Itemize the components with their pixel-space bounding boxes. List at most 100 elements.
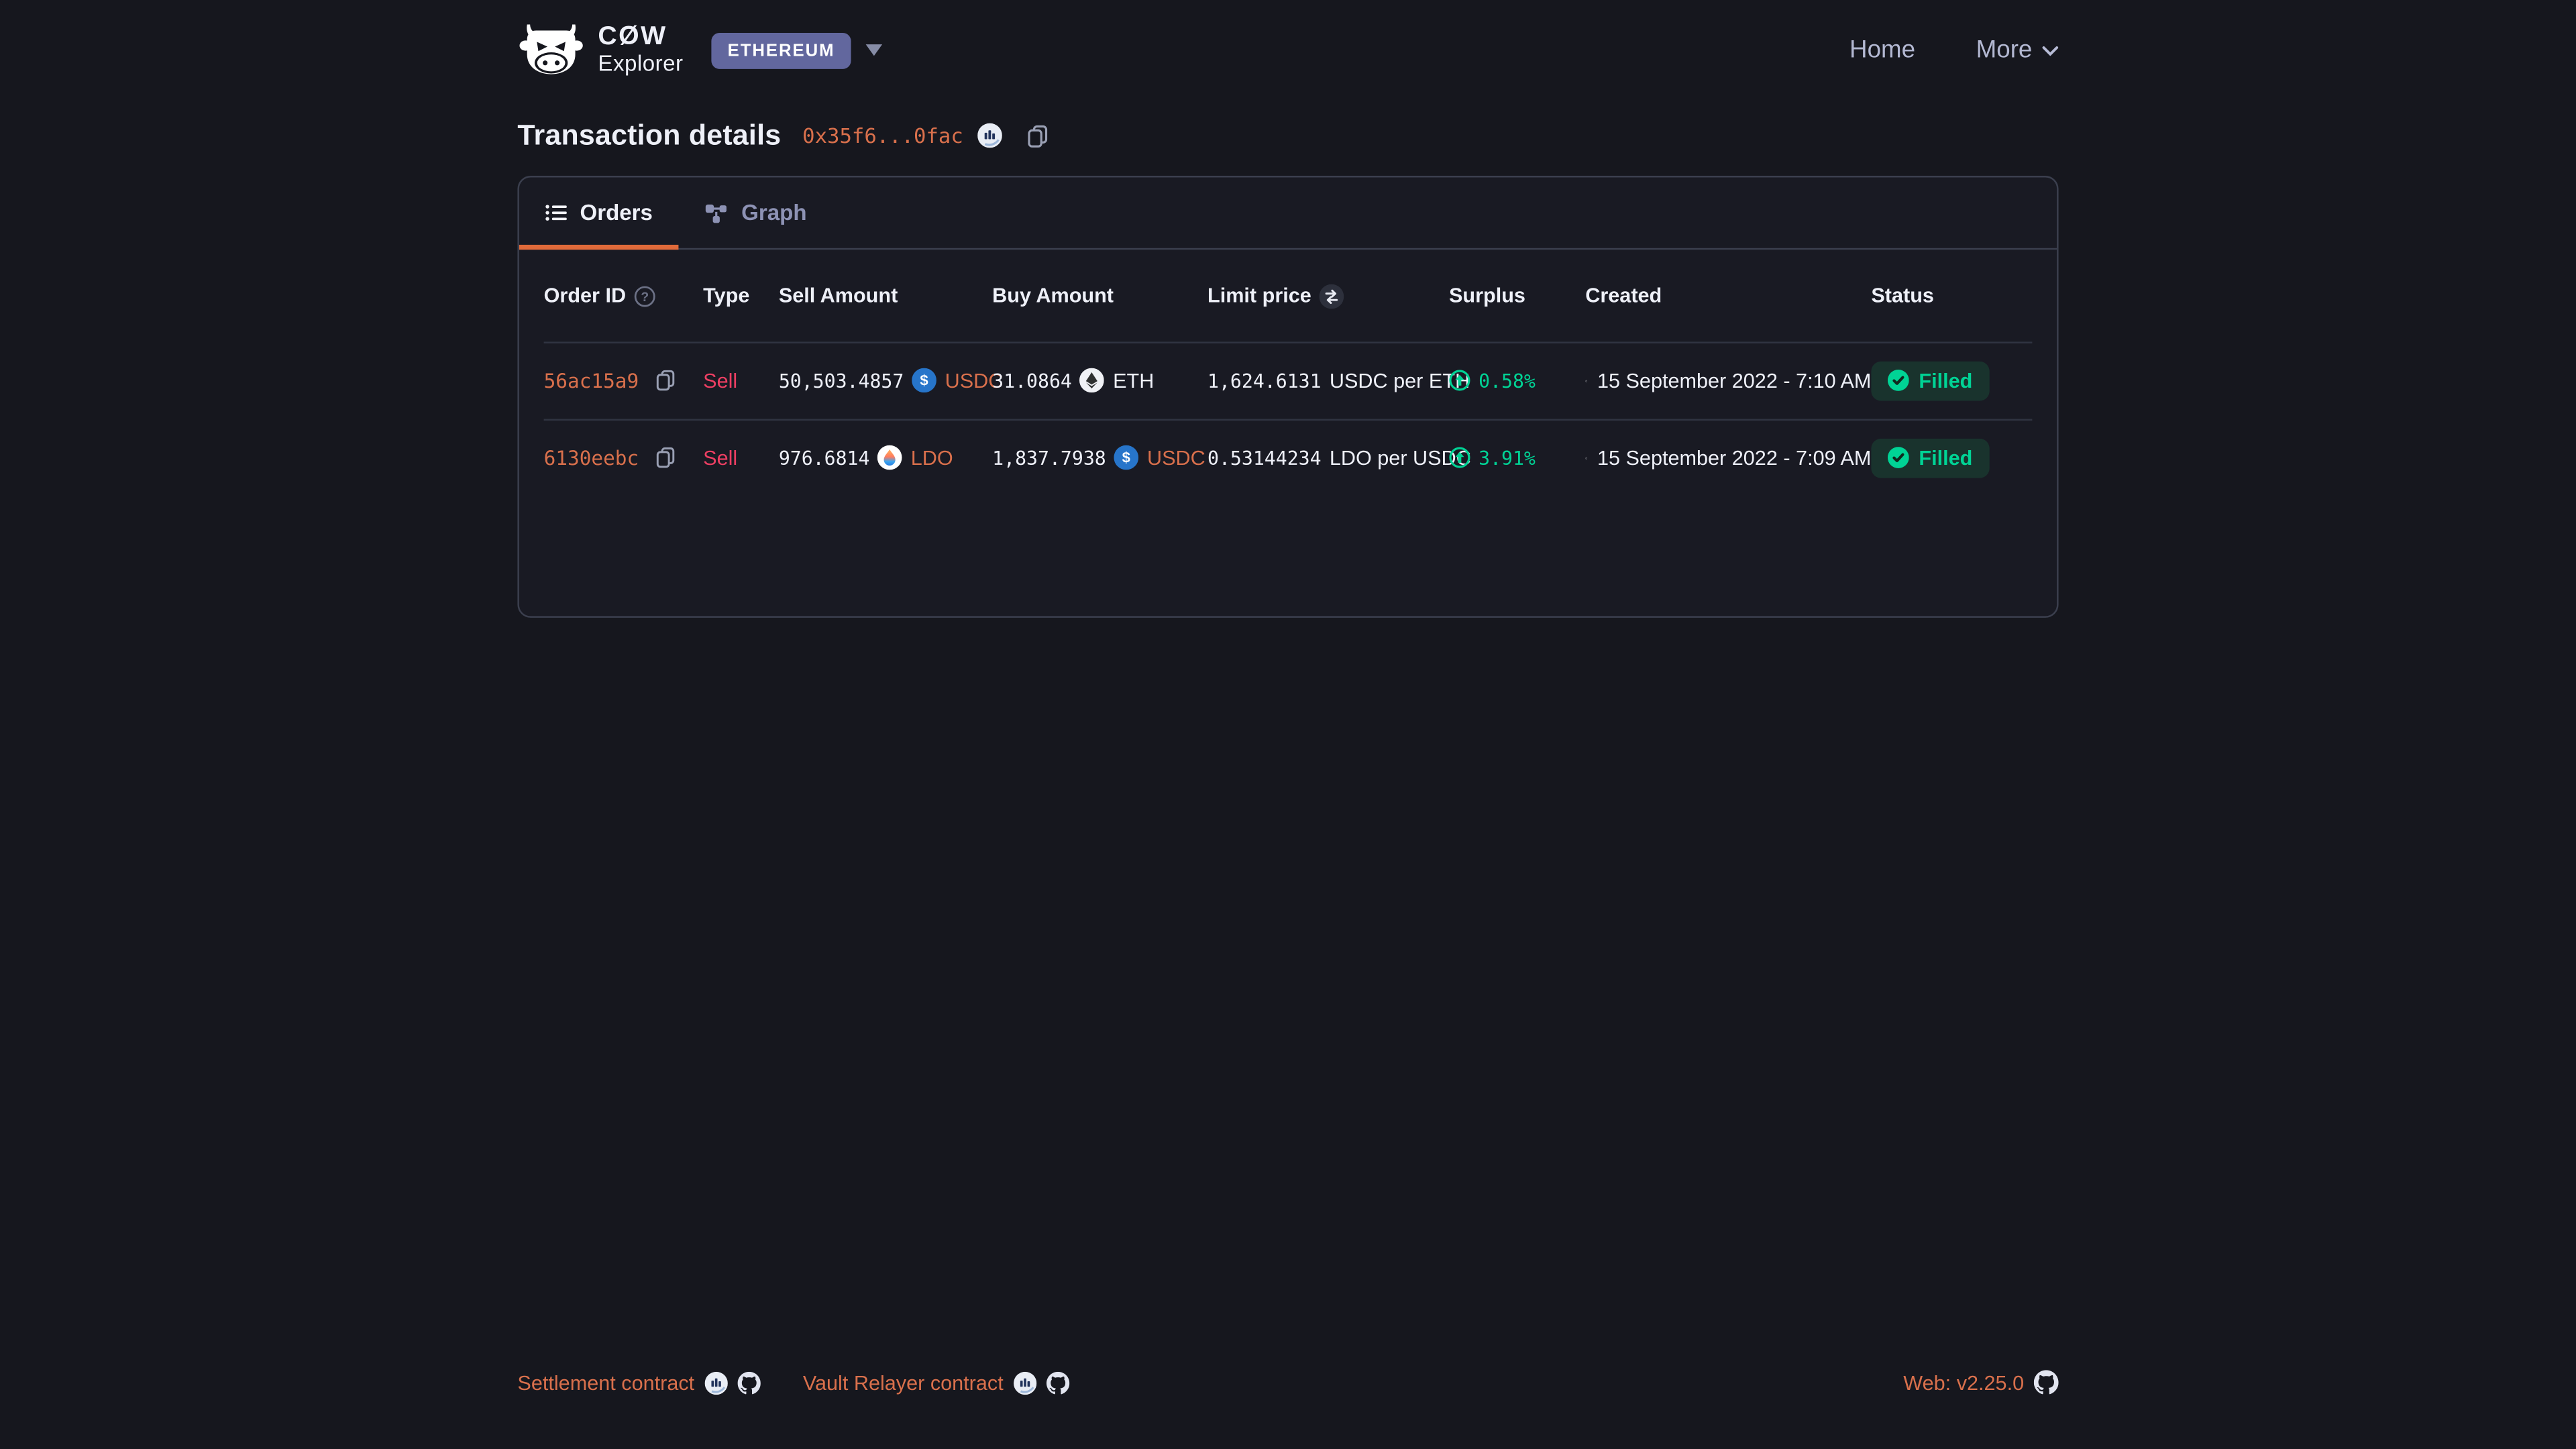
clock-icon xyxy=(1585,369,1587,392)
nav-more-link[interactable]: More xyxy=(1976,36,2059,64)
order-type: Sell xyxy=(703,369,779,392)
settlement-contract-link[interactable]: Settlement contract xyxy=(517,1371,694,1394)
cow-logo-icon xyxy=(517,23,584,77)
status-cell: Filled xyxy=(1871,438,2032,478)
github-icon[interactable] xyxy=(2034,1370,2059,1395)
table-row: 56ac15a9 Sell 50,503.4857 $ USDC xyxy=(519,341,2057,419)
surplus-value: 3.91% xyxy=(1479,446,1536,469)
usdc-icon: $ xyxy=(1114,445,1139,470)
sell-token-link[interactable]: LDO xyxy=(911,446,953,469)
sell-amount-cell: 976.6814 xyxy=(779,445,992,470)
sell-amount-cell: 50,503.4857 $ USDC xyxy=(779,368,992,393)
limit-price-cell: 1,624.6131 USDC per ETH xyxy=(1208,369,1449,392)
created-cell: 15 September 2022 - 7:10 AM xyxy=(1585,369,1871,392)
copy-order-id-icon[interactable] xyxy=(655,370,675,391)
help-icon[interactable]: ? xyxy=(634,285,655,307)
buy-amount-value: 31.0864 xyxy=(992,369,1072,392)
main-nav: Home More xyxy=(1849,36,2059,64)
created-value: 15 September 2022 - 7:10 AM xyxy=(1597,369,1871,392)
nav-more-label: More xyxy=(1976,36,2033,64)
copy-order-id-icon[interactable] xyxy=(655,447,675,468)
vault-relayer-contract-group: Vault Relayer contract xyxy=(803,1371,1069,1394)
nav-home-link[interactable]: Home xyxy=(1849,36,1915,64)
tab-orders[interactable]: Orders xyxy=(519,177,679,248)
brand[interactable]: CØW Explorer ETHEREUM xyxy=(517,23,882,77)
web-version-link[interactable]: Web: v2.25.0 xyxy=(1903,1371,2024,1394)
col-sell-amount: Sell Amount xyxy=(779,284,992,307)
clock-icon xyxy=(1585,446,1587,469)
status-badge: Filled xyxy=(1871,438,1988,478)
footer-contracts: Settlement contract xyxy=(517,1371,1069,1394)
footer-version-group: Web: v2.25.0 xyxy=(1903,1370,2058,1395)
order-id-cell: 56ac15a9 xyxy=(544,369,704,392)
github-icon[interactable] xyxy=(1046,1371,1069,1394)
tx-hash-wrap: 0x35f6...0fac xyxy=(802,123,1049,148)
etherscan-icon[interactable] xyxy=(704,1371,727,1394)
svg-text:?: ? xyxy=(641,290,649,304)
buy-token-label: ETH xyxy=(1113,369,1154,392)
tab-graph[interactable]: Graph xyxy=(679,177,833,248)
limit-price-cell: 0.53144234 LDO per USDC xyxy=(1208,446,1449,469)
usdc-icon: $ xyxy=(912,368,937,393)
col-surplus: Surplus xyxy=(1449,284,1585,307)
copy-tx-hash-icon[interactable] xyxy=(1027,124,1049,147)
tab-graph-label: Graph xyxy=(741,201,806,225)
arrow-up-circle-icon xyxy=(1449,447,1470,468)
eth-icon xyxy=(1080,368,1105,393)
col-buy-amount: Buy Amount xyxy=(992,284,1208,307)
arrow-up-circle-icon xyxy=(1449,370,1470,391)
limit-price-value: 1,624.6131 xyxy=(1208,369,1322,392)
etherscan-icon[interactable] xyxy=(978,123,1003,148)
graph-icon xyxy=(705,203,728,222)
brand-title: CØW xyxy=(598,25,683,52)
limit-price-value: 0.53144234 xyxy=(1208,446,1322,469)
col-limit-price: Limit price xyxy=(1208,283,1449,308)
col-order-id-label: Order ID xyxy=(544,284,626,307)
status-badge: Filled xyxy=(1871,361,1988,400)
created-value: 15 September 2022 - 7:09 AM xyxy=(1597,446,1871,469)
order-id-cell: 6130eebc xyxy=(544,446,704,469)
sell-amount-value: 50,503.4857 xyxy=(779,369,904,392)
list-icon xyxy=(545,204,567,222)
vault-relayer-contract-link[interactable]: Vault Relayer contract xyxy=(803,1371,1004,1394)
sell-amount-value: 976.6814 xyxy=(779,446,870,469)
settlement-contract-group: Settlement contract xyxy=(517,1371,760,1394)
svg-text:$: $ xyxy=(920,372,928,389)
orders-card: Orders Graph Order ID ? Ty xyxy=(517,176,2058,618)
order-id-link[interactable]: 56ac15a9 xyxy=(544,369,639,392)
ldo-icon xyxy=(878,445,903,470)
col-limit-price-label: Limit price xyxy=(1208,284,1311,307)
surplus-cell: 3.91% xyxy=(1449,446,1585,469)
check-circle-icon xyxy=(1888,447,1909,468)
tx-hash-link[interactable]: 0x35f6...0fac xyxy=(802,123,963,148)
col-order-id: Order ID ? xyxy=(544,284,704,307)
buy-token-link[interactable]: USDC xyxy=(1147,446,1205,469)
status-label: Filled xyxy=(1919,446,1972,469)
table-row: 6130eebc Sell 976.6814 xyxy=(519,419,2057,496)
swap-price-icon[interactable] xyxy=(1320,283,1344,308)
col-created: Created xyxy=(1585,284,1871,307)
etherscan-icon[interactable] xyxy=(1013,1371,1036,1394)
app-root: CØW Explorer ETHEREUM Home More Transact… xyxy=(0,0,2576,1449)
top-header: CØW Explorer ETHEREUM Home More xyxy=(517,0,2058,77)
check-circle-icon xyxy=(1888,370,1909,391)
github-icon[interactable] xyxy=(737,1371,760,1394)
network-caret-icon[interactable] xyxy=(866,44,882,56)
page-title: Transaction details xyxy=(517,118,781,152)
order-id-link[interactable]: 6130eebc xyxy=(544,446,639,469)
status-cell: Filled xyxy=(1871,361,2032,400)
page-footer: Settlement contract xyxy=(0,1370,2576,1449)
svg-text:$: $ xyxy=(1122,449,1130,466)
buy-amount-cell: 31.0864 ETH xyxy=(992,368,1208,393)
col-type: Type xyxy=(703,284,779,307)
table-header-row: Order ID ? Type Sell Amount Buy Amount L… xyxy=(519,250,2057,341)
surplus-cell: 0.58% xyxy=(1449,369,1585,392)
buy-amount-cell: 1,837.7938 $ USDC xyxy=(992,445,1208,470)
created-cell: 15 September 2022 - 7:09 AM xyxy=(1585,446,1871,469)
order-type: Sell xyxy=(703,446,779,469)
brand-subtitle: Explorer xyxy=(598,52,683,76)
col-status: Status xyxy=(1871,284,2032,307)
network-selector-badge[interactable]: ETHEREUM xyxy=(711,32,851,68)
brand-wordmark: CØW Explorer xyxy=(598,25,683,76)
title-row: Transaction details 0x35f6...0fac xyxy=(517,118,2058,152)
